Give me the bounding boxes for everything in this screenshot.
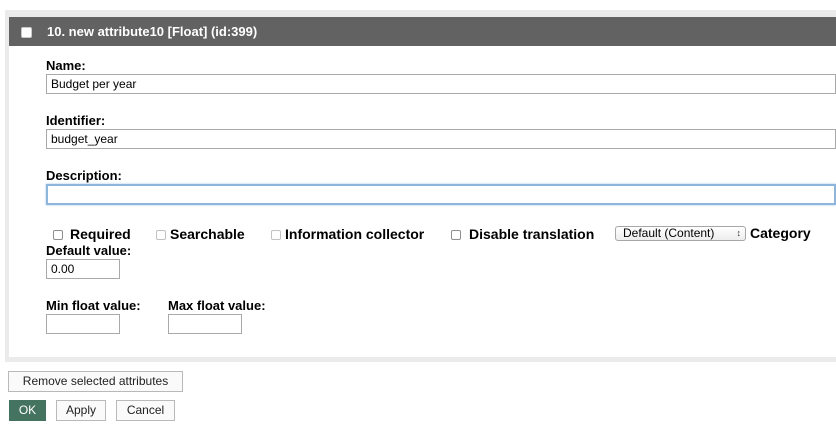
searchable-checkbox[interactable] — [156, 230, 166, 240]
cancel-button[interactable]: Cancel — [116, 400, 175, 421]
searchable-label: Searchable — [170, 226, 245, 242]
default-value-field[interactable] — [46, 259, 120, 279]
required-label: Required — [70, 226, 131, 242]
attribute-header: 10. new attribute10 [Float] (id:399) — [9, 17, 836, 46]
identifier-label: Identifier: — [46, 113, 106, 128]
max-float-label: Max float value: — [168, 298, 266, 313]
attribute-select-checkbox[interactable] — [21, 27, 32, 38]
identifier-field[interactable] — [46, 129, 836, 149]
disable-translation-label: Disable translation — [469, 226, 595, 242]
default-value-label: Default value: — [46, 243, 132, 258]
min-float-label: Min float value: — [46, 298, 141, 313]
category-select-value: Default (Content) — [623, 226, 715, 240]
description-label: Description: — [46, 168, 122, 183]
category-label: Category — [750, 225, 811, 241]
required-checkbox[interactable] — [53, 230, 63, 240]
remove-selected-attributes-button[interactable]: Remove selected attributes — [8, 371, 183, 392]
disable-translation-checkbox[interactable] — [451, 230, 461, 240]
category-select[interactable]: Default (Content) ↕ — [615, 226, 746, 241]
select-arrows-icon: ↕ — [736, 228, 742, 238]
description-field[interactable] — [46, 184, 836, 205]
apply-button[interactable]: Apply — [56, 400, 106, 421]
max-float-field[interactable] — [168, 314, 242, 334]
name-field[interactable] — [46, 74, 836, 94]
attribute-title: 10. new attribute10 [Float] (id:399) — [47, 24, 258, 39]
name-label: Name: — [46, 58, 86, 73]
ok-button[interactable]: OK — [9, 400, 46, 421]
information-collector-checkbox[interactable] — [271, 230, 281, 240]
information-collector-label: Information collector — [285, 226, 425, 242]
min-float-field[interactable] — [46, 314, 120, 334]
